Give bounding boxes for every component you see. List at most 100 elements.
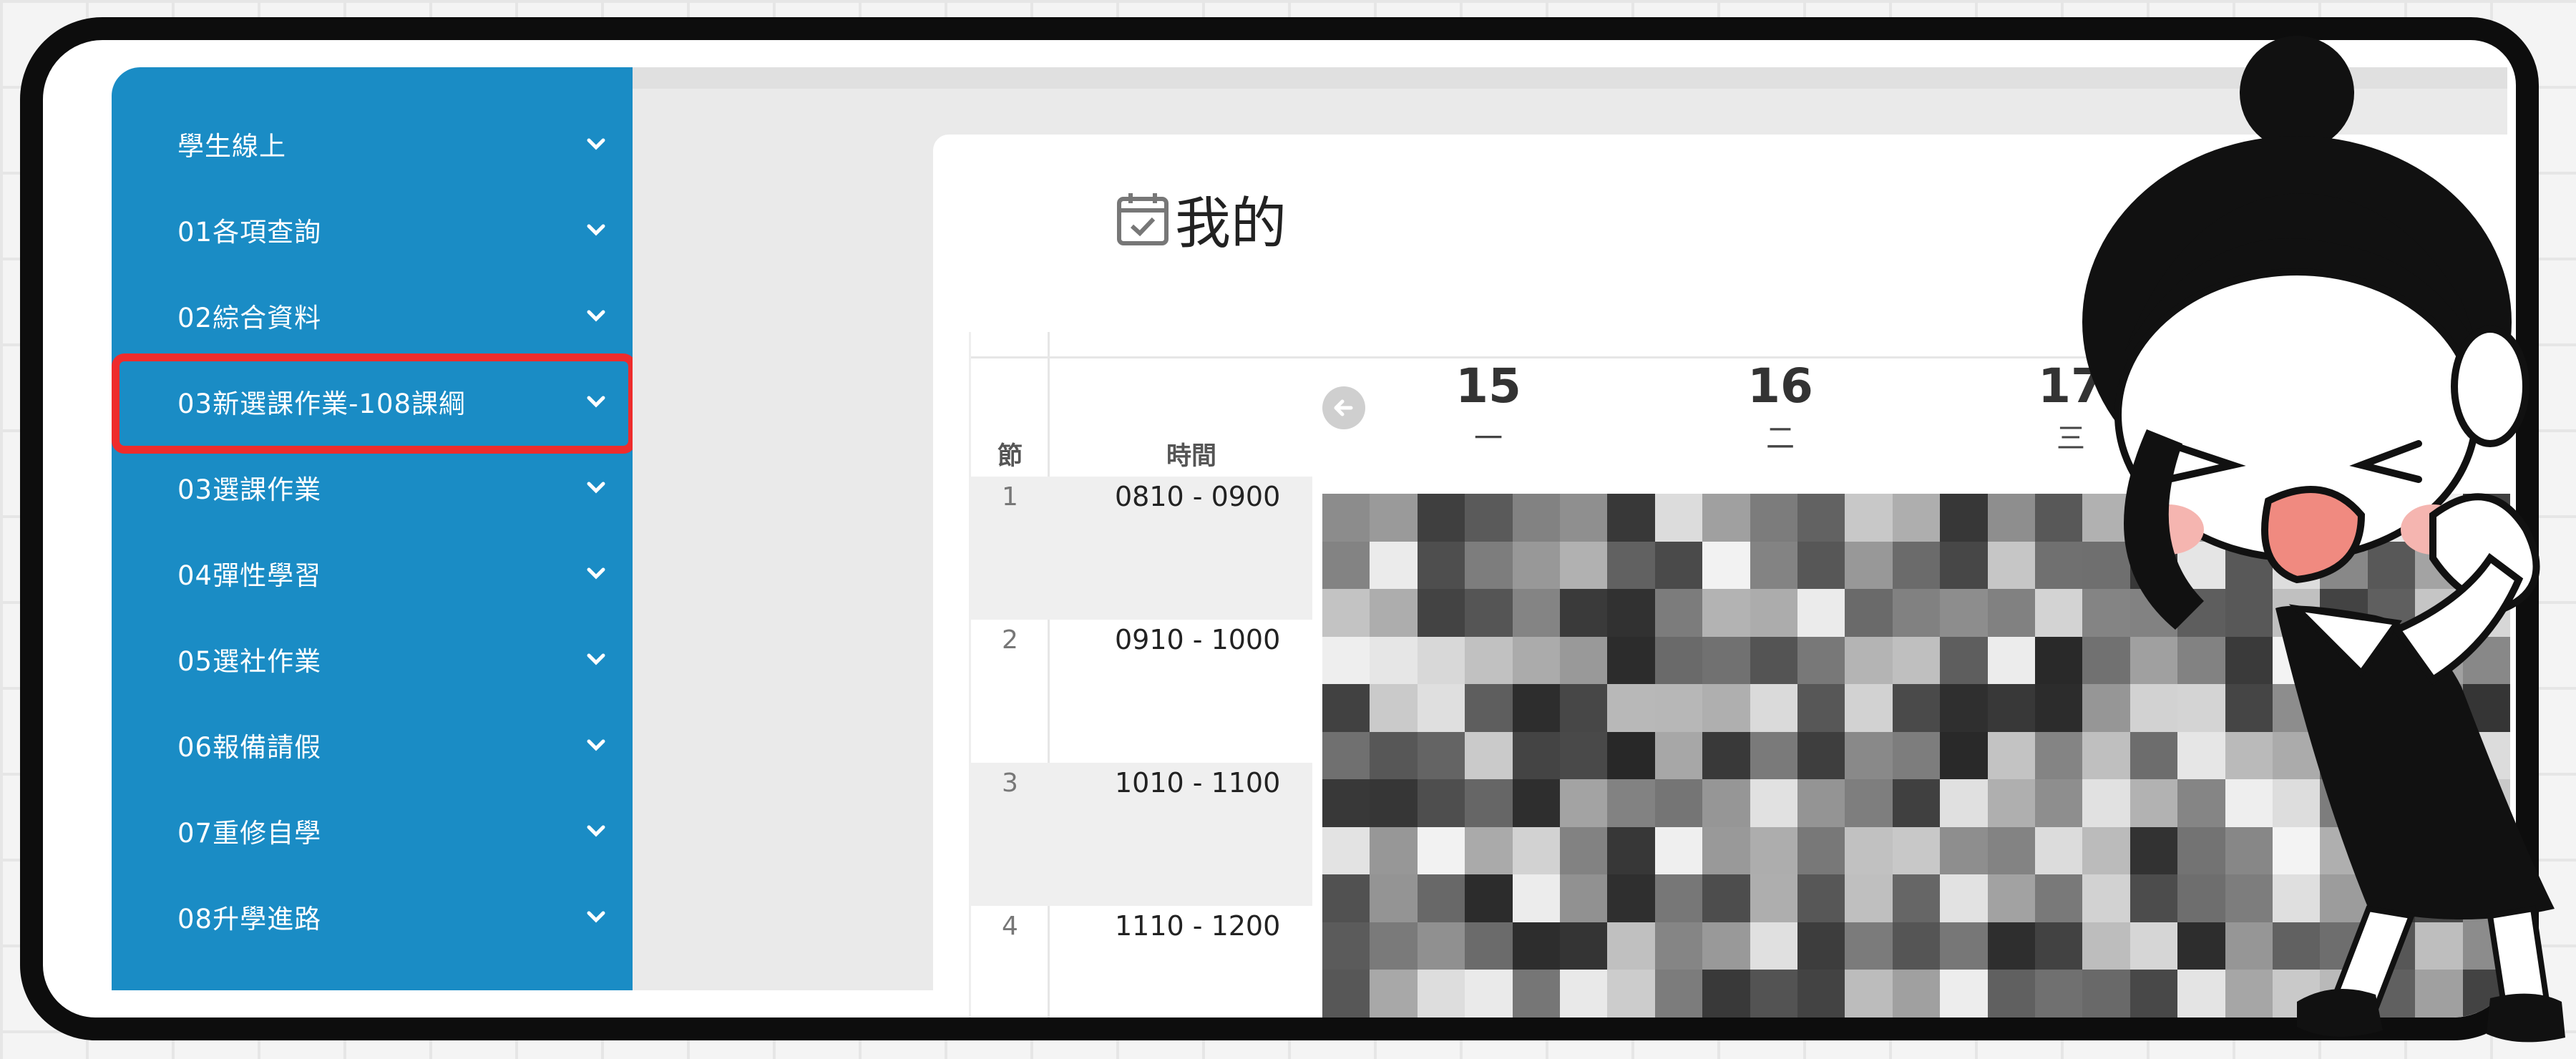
sidebar-item-further-study-path[interactable]: 08升學進路 bbox=[112, 874, 633, 959]
mosaic-cell bbox=[1322, 826, 1370, 875]
mosaic-cell bbox=[1750, 494, 1797, 542]
mosaic-cell bbox=[1845, 589, 1893, 637]
mosaic-cell bbox=[1940, 779, 1988, 827]
mosaic-cell bbox=[1940, 494, 1988, 542]
day-column-header: 15 一 bbox=[1417, 358, 1560, 457]
sidebar-item-course-selection[interactable]: 03選課作業 bbox=[112, 445, 633, 530]
mosaic-cell bbox=[1940, 541, 1988, 590]
mosaic-cell bbox=[1560, 731, 1608, 780]
mosaic-cell bbox=[1512, 731, 1560, 780]
mosaic-cell bbox=[1702, 684, 1750, 732]
mosaic-cell bbox=[1607, 494, 1655, 542]
mosaic-cell bbox=[1892, 922, 1941, 970]
mosaic-cell bbox=[1465, 636, 1513, 685]
day-weekday: 一 bbox=[1474, 422, 1503, 455]
mosaic-cell bbox=[1322, 684, 1370, 732]
mosaic-cell bbox=[1417, 541, 1465, 590]
mosaic-cell bbox=[1987, 826, 2035, 875]
sidebar-item-club-selection[interactable]: 05選社作業 bbox=[112, 617, 633, 701]
mosaic-cell bbox=[1417, 684, 1465, 732]
chevron-down-icon bbox=[587, 739, 605, 751]
mosaic-cell bbox=[1417, 731, 1465, 780]
mosaic-cell bbox=[1417, 874, 1465, 922]
mosaic-cell bbox=[1370, 731, 1418, 780]
mosaic-cell bbox=[1654, 494, 1703, 542]
mosaic-cell bbox=[1322, 541, 1370, 590]
mosaic-cell bbox=[1465, 494, 1513, 542]
highlight-outline bbox=[112, 353, 636, 454]
mosaic-cell bbox=[1845, 731, 1893, 780]
mosaic-cell bbox=[1750, 779, 1797, 827]
chevron-down-icon bbox=[587, 653, 605, 665]
mosaic-cell bbox=[1465, 922, 1513, 970]
mosaic-cell bbox=[1654, 589, 1703, 637]
mosaic-cell bbox=[1654, 684, 1703, 732]
sidebar-item-flexible-learning[interactable]: 04彈性學習 bbox=[112, 531, 633, 615]
mosaic-cell bbox=[1797, 970, 1845, 1017]
mosaic-cell bbox=[1417, 589, 1465, 637]
chevron-down-icon bbox=[587, 997, 605, 1009]
mosaic-cell bbox=[1417, 636, 1465, 685]
mosaic-cell bbox=[1322, 970, 1370, 1017]
mosaic-cell bbox=[1607, 826, 1655, 875]
mosaic-cell bbox=[1465, 541, 1513, 590]
mosaic-cell bbox=[1370, 494, 1418, 542]
sidebar: 學生線上 01各項查詢 02綜合資料 03新選課作業-108課綱 03選課作業 … bbox=[112, 67, 633, 1017]
prev-week-button[interactable] bbox=[1322, 386, 1365, 429]
mosaic-cell bbox=[1465, 970, 1513, 1017]
mosaic-cell bbox=[1987, 684, 2035, 732]
sidebar-item-leave-request[interactable]: 06報備請假 bbox=[112, 703, 633, 787]
mosaic-cell bbox=[1892, 779, 1941, 827]
period-time: 0810 - 0900 bbox=[1115, 481, 1281, 512]
mosaic-cell bbox=[1750, 874, 1797, 922]
mosaic-cell bbox=[1654, 636, 1703, 685]
chevron-down-icon bbox=[587, 310, 605, 322]
mosaic-cell bbox=[1512, 684, 1560, 732]
sidebar-item-further-study-reports[interactable]: 09升學報表 bbox=[112, 960, 633, 1017]
mosaic-cell bbox=[1322, 636, 1370, 685]
mosaic-cell bbox=[1512, 826, 1560, 875]
day-date: 16 bbox=[1747, 358, 1813, 414]
mosaic-cell bbox=[1702, 874, 1750, 922]
cartoon-girl-illustration bbox=[2082, 36, 2565, 1043]
mosaic-cell bbox=[1987, 874, 2035, 922]
mosaic-cell bbox=[1702, 970, 1750, 1017]
mosaic-cell bbox=[1370, 922, 1418, 970]
mosaic-cell bbox=[1797, 826, 1845, 875]
mosaic-cell bbox=[1845, 684, 1893, 732]
mosaic-cell bbox=[1797, 731, 1845, 780]
mosaic-cell bbox=[1750, 636, 1797, 685]
mosaic-cell bbox=[1987, 922, 2035, 970]
mosaic-cell bbox=[1940, 922, 1988, 970]
day-date: 15 bbox=[1455, 358, 1521, 414]
mosaic-cell bbox=[1465, 826, 1513, 875]
mosaic-cell bbox=[1654, 541, 1703, 590]
mosaic-cell bbox=[1654, 970, 1703, 1017]
sidebar-item-student-online[interactable]: 學生線上 bbox=[112, 102, 633, 186]
sidebar-item-general-info[interactable]: 02綜合資料 bbox=[112, 273, 633, 358]
mosaic-cell bbox=[1370, 589, 1418, 637]
mosaic-cell bbox=[1465, 731, 1513, 780]
mosaic-cell bbox=[1560, 826, 1608, 875]
chevron-down-icon bbox=[587, 825, 605, 837]
mosaic-cell bbox=[1987, 541, 2035, 590]
period-time: 1010 - 1100 bbox=[1115, 767, 1281, 799]
sidebar-item-label: 04彈性學習 bbox=[177, 560, 322, 591]
sidebar-item-queries[interactable]: 01各項查詢 bbox=[112, 187, 633, 272]
mosaic-cell bbox=[1465, 684, 1513, 732]
arrow-left-icon bbox=[1334, 399, 1353, 416]
mosaic-cell bbox=[1702, 922, 1750, 970]
mosaic-cell bbox=[1797, 589, 1845, 637]
period-time: 0910 - 1000 bbox=[1115, 624, 1281, 655]
mosaic-cell bbox=[1607, 541, 1655, 590]
mosaic-cell bbox=[1750, 684, 1797, 732]
mosaic-cell bbox=[1797, 779, 1845, 827]
mosaic-cell bbox=[1560, 970, 1608, 1017]
mosaic-cell bbox=[1417, 970, 1465, 1017]
mosaic-cell bbox=[1892, 874, 1941, 922]
mosaic-cell bbox=[1560, 922, 1608, 970]
sidebar-item-retake-self-study[interactable]: 07重修自學 bbox=[112, 789, 633, 873]
mosaic-cell bbox=[1607, 970, 1655, 1017]
sidebar-item-label: 06報備請假 bbox=[177, 732, 322, 763]
mosaic-cell bbox=[1512, 636, 1560, 685]
